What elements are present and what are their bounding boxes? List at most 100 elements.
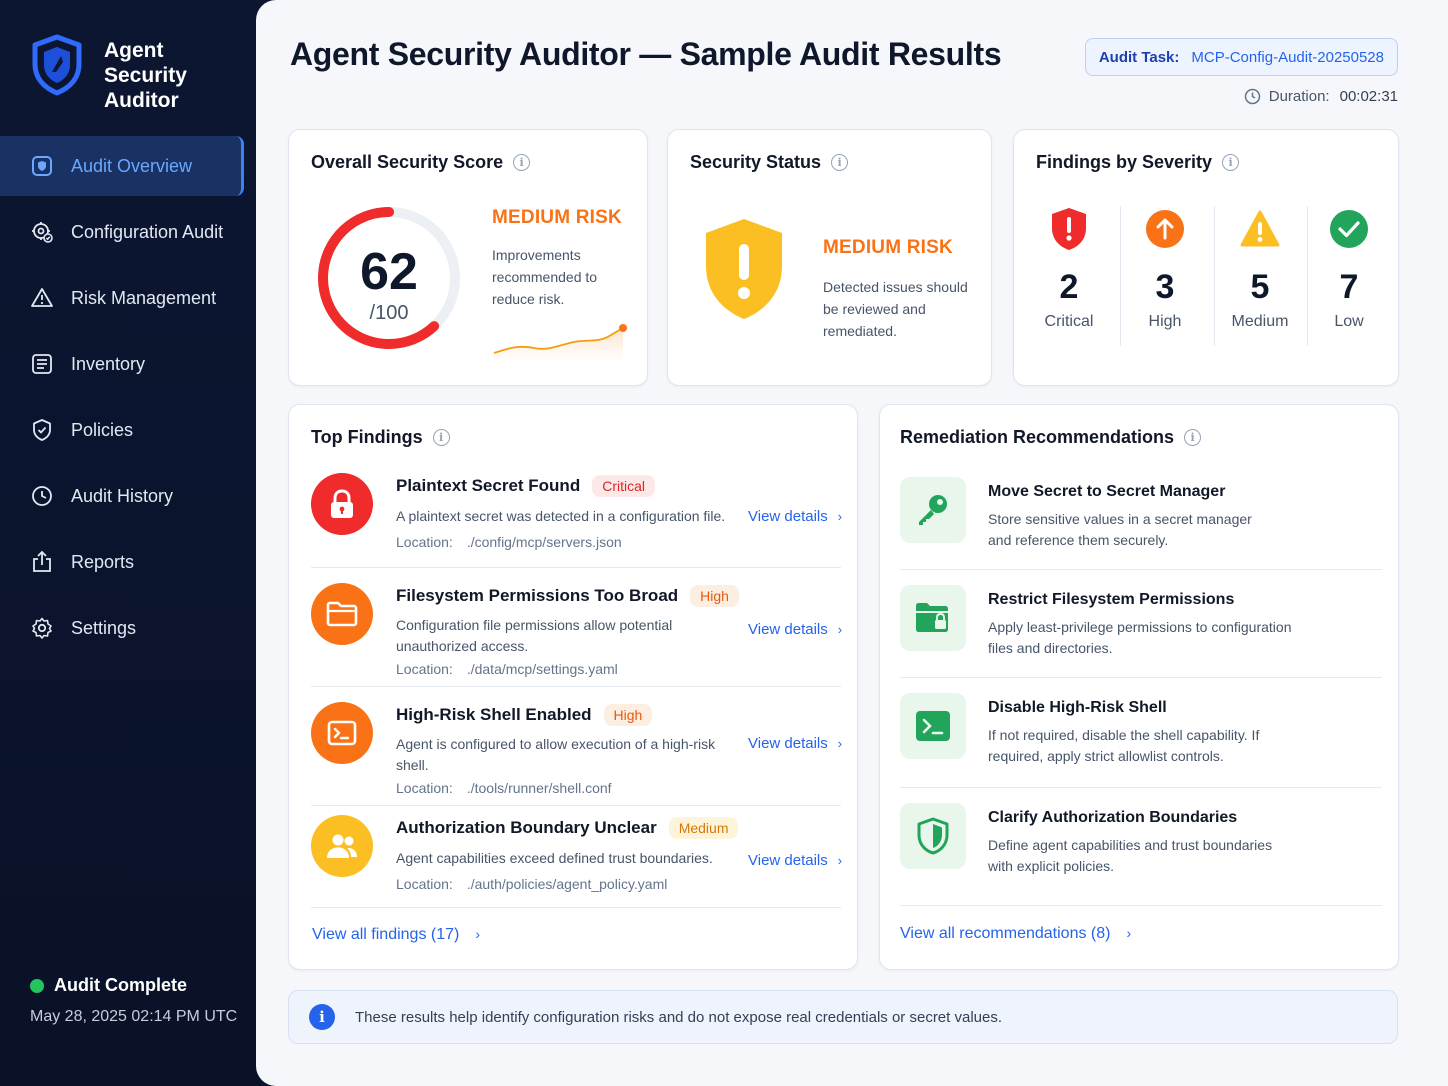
severity-high[interactable]: 3 High [1118,206,1212,331]
finding-item[interactable]: High-Risk Shell Enabled High Agent is co… [311,702,842,800]
view-all-recommendations-link[interactable]: View all recommendations (8) › [900,925,1131,943]
sidebar-item-reports[interactable]: Reports [0,532,244,592]
recommendation-title: Restrict Filesystem Permissions [988,591,1235,608]
locked-folder-icon [900,585,966,651]
status-card-title: Security Status [690,152,822,172]
audit-status-date: May 28, 2025 02:14 PM UTC [30,1008,238,1025]
score-risk-desc: Improvements recommended to reduce risk. [492,247,598,307]
brand-line-3: Auditor [104,89,179,112]
view-details-label: View details [748,508,828,525]
divider [311,567,841,568]
view-details-label: View details [748,735,828,752]
finding-title: Plaintext Secret Found [396,476,581,495]
severity-badge: High [603,704,653,726]
view-all-recommendations-label: View all recommendations (8) [900,925,1111,942]
clock-icon [1244,88,1260,105]
security-status-card: Security Status i MEDIUM RISK Detected i… [667,129,992,386]
recommendations-card: Remediation Recommendations i Move Secre… [879,404,1399,970]
recommendation-description: If not required, disable the shell capab… [988,727,1260,764]
sidebar-item-label: Reports [71,551,135,572]
folder-icon [311,583,373,645]
finding-title: Filesystem Permissions Too Broad [396,586,679,605]
info-icon[interactable]: i [831,154,849,171]
severity-card-title: Findings by Severity [1036,152,1213,172]
location-label: Location: [396,661,453,677]
sidebar-item-configuration-audit[interactable]: Configuration Audit [0,202,244,262]
chevron-right-icon: › [1126,925,1132,941]
view-details-link[interactable]: View details › [748,621,842,638]
shield-logo-icon [32,34,82,96]
info-icon[interactable]: i [1184,429,1202,446]
view-details-link[interactable]: View details › [748,508,842,525]
status-risk-label: MEDIUM RISK [823,237,953,258]
sidebar-item-inventory[interactable]: Inventory [0,334,244,394]
warning-shield-icon [706,219,782,319]
finding-title: Authorization Boundary Unclear [396,818,657,837]
audit-task-chip[interactable]: Audit Task: MCP-Config-Audit-20250528 [1084,38,1398,76]
severity-count: 5 [1250,268,1270,306]
configuration-audit-icon [30,220,54,244]
chevron-right-icon: › [837,736,843,751]
severity-count: 7 [1339,268,1359,306]
severity-label: High [1148,313,1182,330]
sidebar-item-policies[interactable]: Policies [0,400,244,460]
location-path: ./config/mcp/servers.json [466,534,622,550]
shield-icon [900,803,966,869]
sidebar-item-settings[interactable]: Settings [0,598,244,658]
arrow-up-circle-icon [1118,206,1212,252]
finding-description: Agent capabilities exceed defined trust … [396,850,713,866]
info-icon[interactable]: i [432,429,450,446]
brand-line-2: Security [104,64,187,87]
critical-shield-icon [1022,206,1116,252]
finding-item[interactable]: Plaintext Secret Found Critical A plaint… [311,473,842,563]
terminal-icon [900,693,966,759]
view-details-link[interactable]: View details › [748,852,842,869]
overall-score-card: Overall Security Score i 62 /100 MEDIUM … [288,129,648,386]
warning-triangle-icon [30,286,54,310]
users-icon [311,815,373,877]
recommendation-item[interactable]: Clarify Authorization Boundaries Define … [900,803,1382,893]
chevron-right-icon: › [837,622,843,637]
recommendation-description: Apply least-privilege permissions to con… [988,619,1292,656]
recommendation-item[interactable]: Move Secret to Secret Manager Store sens… [900,477,1382,567]
info-icon[interactable]: i [513,154,531,171]
info-icon[interactable]: i [1222,154,1240,171]
sidebar-item-audit-history[interactable]: Audit History [0,466,244,526]
severity-medium[interactable]: 5 Medium [1213,206,1307,331]
view-details-link[interactable]: View details › [748,735,842,752]
finding-item[interactable]: Authorization Boundary Unclear Medium Ag… [311,815,842,905]
check-circle-icon [1302,206,1396,252]
severity-label: Critical [1044,313,1094,330]
duration-label: Duration: [1268,88,1330,105]
severity-count: 3 [1155,268,1175,306]
sidebar-item-audit-overview[interactable]: Audit Overview [0,136,244,196]
recommendation-title: Clarify Authorization Boundaries [988,809,1238,826]
share-export-icon [30,550,54,574]
audit-task-label: Audit Task: [1098,48,1180,66]
recommendation-item[interactable]: Disable High-Risk Shell If not required,… [900,693,1382,783]
divider [900,569,1382,570]
main-content: Agent Security Auditor — Sample Audit Re… [256,0,1448,1086]
audit-task-value: MCP-Config-Audit-20250528 [1191,48,1384,66]
finding-location: Location: ./config/mcp/servers.json [396,534,622,550]
severity-critical[interactable]: 2 Critical [1022,206,1116,331]
sidebar-item-label: Configuration Audit [71,221,224,242]
sidebar-item-risk-management[interactable]: Risk Management [0,268,244,328]
findings-card-title: Top Findings [311,427,423,447]
severity-badge: Medium [668,817,739,839]
recommendations-card-title: Remediation Recommendations [900,427,1175,447]
severity-low[interactable]: 7 Low [1302,206,1396,331]
score-card-title: Overall Security Score [311,152,504,172]
finding-item[interactable]: Filesystem Permissions Too Broad High Co… [311,583,842,681]
gear-icon [30,616,54,640]
divider [311,686,841,687]
status-risk-desc: Detected issues should be reviewed and r… [823,279,968,339]
brand[interactable]: Agent Security Auditor [30,34,187,113]
inventory-list-icon [30,352,54,376]
view-details-label: View details [748,621,828,638]
score-value: 62 [360,243,418,301]
finding-description: A plaintext secret was detected in a con… [396,508,726,524]
view-all-findings-link[interactable]: View all findings (17) › [312,926,480,944]
top-findings-card: Top Findings i Plaintext Secret Found Cr… [288,404,858,970]
recommendation-item[interactable]: Restrict Filesystem Permissions Apply le… [900,585,1382,675]
